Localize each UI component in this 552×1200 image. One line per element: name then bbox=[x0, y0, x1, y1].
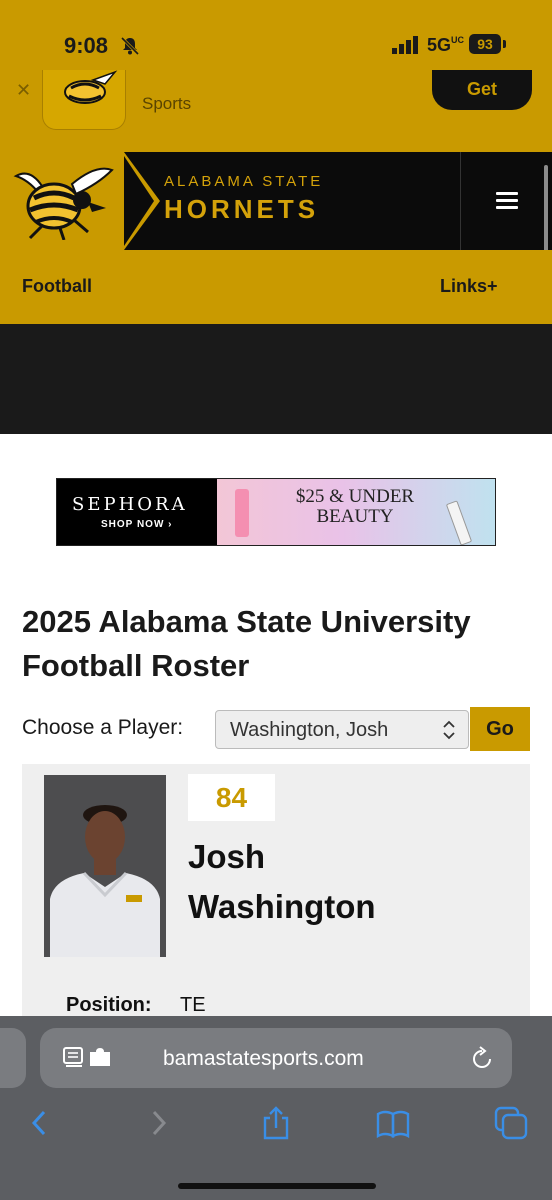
status-time: 9:08 bbox=[64, 33, 109, 58]
ad-brand: SEPHORA bbox=[72, 494, 188, 515]
nav-links-menu[interactable]: Links+ bbox=[440, 276, 498, 297]
battery-indicator: 93 bbox=[469, 34, 501, 54]
back-icon[interactable] bbox=[22, 1106, 56, 1140]
logo-notch-inner bbox=[124, 156, 154, 246]
get-app-button[interactable]: Get bbox=[432, 70, 532, 110]
hornet-logo-icon[interactable] bbox=[12, 162, 116, 240]
bookmarks-icon[interactable] bbox=[376, 1106, 410, 1140]
select-arrows-icon bbox=[443, 720, 455, 740]
silent-mode-icon bbox=[120, 36, 140, 56]
menu-divider bbox=[460, 152, 461, 250]
product-image bbox=[235, 489, 249, 537]
hornet-logo-icon bbox=[64, 70, 118, 104]
player-photo bbox=[44, 775, 166, 957]
advertisement[interactable]: SEPHORA SHOP NOW › $25 & UNDER BEAUTY ··… bbox=[56, 478, 496, 546]
site-header: ALABAMA STATE HORNETS bbox=[0, 152, 552, 250]
close-icon[interactable]: ✕ bbox=[16, 80, 31, 101]
player-portrait bbox=[44, 775, 166, 957]
forward-icon[interactable] bbox=[142, 1106, 176, 1140]
app-banner-subtitle: Sports bbox=[142, 94, 192, 113]
choose-player-label: Choose a Player: bbox=[22, 716, 184, 739]
share-icon[interactable] bbox=[259, 1106, 293, 1140]
position-label: Position: bbox=[66, 994, 152, 1016]
product-image bbox=[445, 500, 473, 545]
hamburger-menu-icon[interactable] bbox=[496, 192, 518, 210]
home-indicator[interactable] bbox=[178, 1183, 376, 1189]
player-select[interactable]: Washington, Josh bbox=[215, 710, 469, 749]
page-title: 2025 Alabama State University Football R… bbox=[22, 604, 471, 683]
cellular-signal-icon bbox=[392, 36, 418, 54]
brand-line1[interactable]: ALABAMA STATE bbox=[164, 173, 323, 190]
player-last-name: Washington bbox=[188, 888, 376, 925]
ad-headline: $25 & UNDER BEAUTY bbox=[295, 486, 415, 527]
reload-icon[interactable] bbox=[470, 1045, 494, 1071]
player-name: Josh Washington bbox=[188, 832, 488, 932]
network-type: 5GUC bbox=[427, 35, 465, 55]
url-text[interactable]: bamastatesports.com bbox=[163, 1047, 364, 1071]
ad-brand-panel: SEPHORA SHOP NOW › bbox=[57, 479, 217, 545]
menu-line bbox=[496, 206, 518, 209]
battery-tip bbox=[503, 40, 506, 48]
tabs-icon[interactable] bbox=[494, 1106, 528, 1140]
ad-creative: $25 & UNDER BEAUTY ··· bbox=[217, 479, 495, 545]
app-icon[interactable] bbox=[42, 70, 126, 130]
menu-line bbox=[496, 192, 518, 195]
jersey-number: 84 bbox=[188, 774, 275, 821]
selected-player: Washington, Josh bbox=[230, 719, 389, 741]
previous-tab-peek[interactable] bbox=[0, 1028, 26, 1088]
player-first-name: Josh bbox=[188, 838, 266, 875]
go-button[interactable]: Go bbox=[470, 707, 530, 751]
hero-banner bbox=[0, 324, 552, 434]
position-value: TE bbox=[180, 994, 206, 1016]
ad-cta[interactable]: SHOP NOW › bbox=[101, 519, 172, 530]
menu-line bbox=[496, 199, 518, 202]
nav-football-link[interactable]: Football bbox=[22, 276, 92, 297]
brand-line2[interactable]: HORNETS bbox=[164, 194, 319, 225]
page-menu-icon[interactable] bbox=[62, 1046, 112, 1070]
